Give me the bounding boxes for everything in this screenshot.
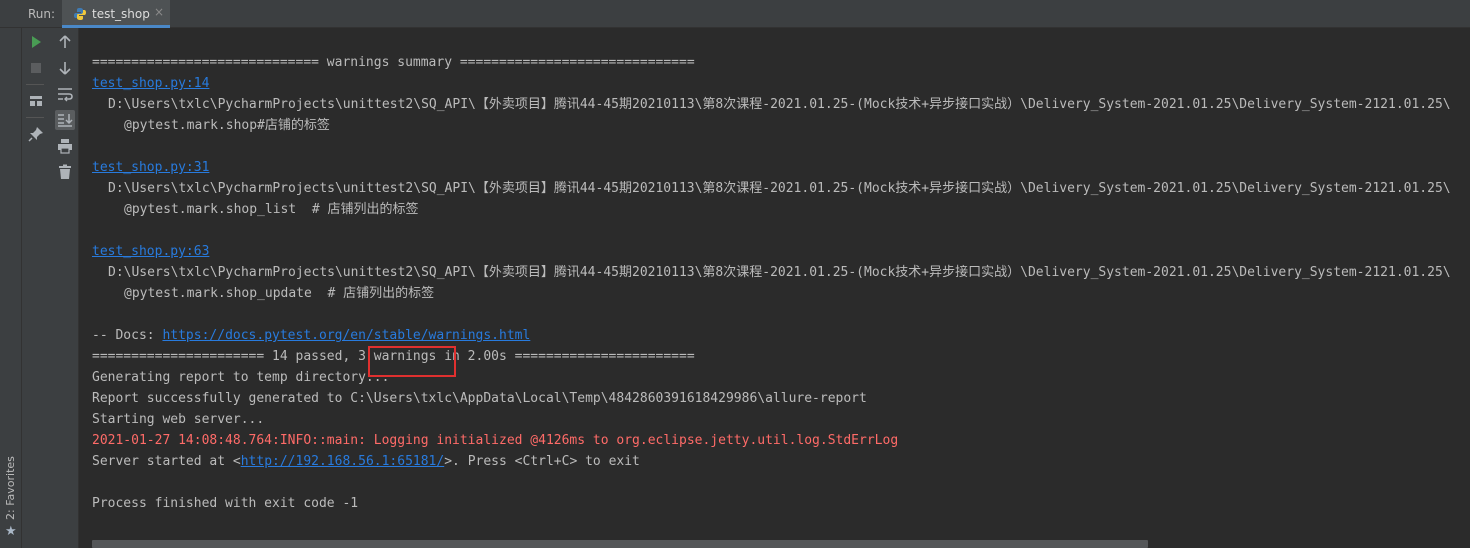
warning-code-3: @pytest.mark.shop_update # 店铺列出的标签	[124, 286, 435, 301]
warning-link-1[interactable]: test_shop.py:14	[92, 73, 209, 94]
run-toolbar	[22, 28, 79, 548]
warning-code-2: @pytest.mark.shop_list # 店铺列出的标签	[124, 202, 419, 217]
warning-link-2[interactable]: test_shop.py:31	[92, 157, 209, 178]
up-arrow-icon[interactable]	[55, 32, 75, 52]
soft-wrap-icon[interactable]	[55, 84, 75, 104]
starting-server-line: Starting web server...	[92, 412, 265, 427]
generating-line: Generating report to temp directory...	[92, 370, 390, 385]
docs-link[interactable]: https://docs.pytest.org/en/stable/warnin…	[162, 328, 530, 343]
docs-prefix: -- Docs:	[92, 328, 163, 343]
warning-code-1: @pytest.mark.shop#店铺的标签	[124, 118, 330, 133]
docs-line: -- Docs: https://docs.pytest.org/en/stab…	[92, 325, 530, 346]
run-tab-test-shop[interactable]: test_shop ×	[62, 0, 170, 28]
rerun-icon[interactable]	[26, 32, 46, 52]
report-generated-line: Report successfully generated to C:\User…	[92, 391, 867, 406]
warnings-summary-header: ============================= warnings s…	[92, 55, 695, 70]
scroll-to-end-icon[interactable]	[55, 110, 75, 130]
layout-icon[interactable]	[26, 91, 46, 111]
horizontal-scrollbar[interactable]	[92, 540, 1148, 548]
trash-icon[interactable]	[55, 162, 75, 182]
process-finished-line: Process finished with exit code -1	[92, 496, 359, 511]
favorites-label: 2: Favorites	[4, 456, 17, 520]
pin-icon[interactable]	[26, 124, 46, 144]
toolbar-separator	[26, 117, 44, 118]
server-started-line: Server started at <http://192.168.56.1:6…	[92, 451, 640, 472]
toolbar-separator	[26, 84, 44, 85]
run-tab-label: test_shop	[92, 7, 150, 21]
star-icon: ★	[5, 524, 17, 539]
warning-link-3[interactable]: test_shop.py:63	[92, 241, 209, 262]
server-suffix: >. Press <Ctrl+C> to exit	[444, 454, 640, 469]
server-prefix: Server started at <	[92, 454, 241, 469]
run-tab-bar: Run: test_shop ×	[0, 0, 1470, 28]
favorites-tab[interactable]: 2: Favorites ★	[0, 456, 22, 548]
run-label: Run:	[28, 7, 56, 21]
warning-path-3: D:\Users\txlc\PycharmProjects\unittest2\…	[108, 265, 1451, 280]
stop-icon[interactable]	[26, 58, 46, 78]
print-icon[interactable]	[55, 136, 75, 156]
close-icon[interactable]: ×	[154, 5, 164, 19]
run-tool-window: Run: test_shop × 2: Favorites ★ ========…	[0, 0, 1470, 548]
python-icon	[73, 6, 87, 20]
down-arrow-icon[interactable]	[55, 58, 75, 78]
warning-path-1: D:\Users\txlc\PycharmProjects\unittest2\…	[108, 97, 1451, 112]
server-link[interactable]: http://192.168.56.1:65181/	[241, 454, 445, 469]
console-output[interactable]: ============================= warnings s…	[80, 28, 1470, 548]
jetty-log-line: 2021-01-27 14:08:48.764:INFO::main: Logg…	[92, 433, 899, 448]
left-tool-strip: 2: Favorites ★	[0, 28, 22, 548]
warning-path-2: D:\Users\txlc\PycharmProjects\unittest2\…	[108, 181, 1451, 196]
